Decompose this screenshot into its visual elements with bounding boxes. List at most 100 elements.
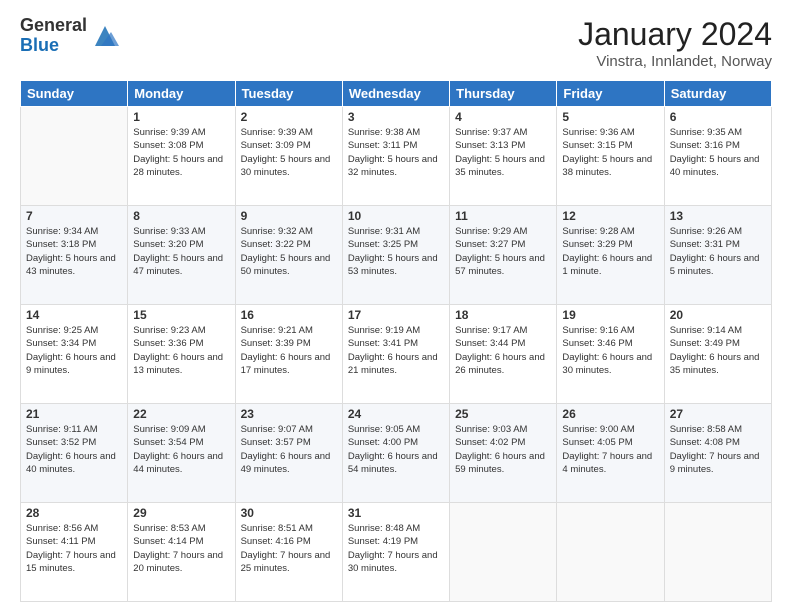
calendar-cell: 16 Sunrise: 9:21 AMSunset: 3:39 PMDayligh… <box>235 305 342 404</box>
day-number: 6 <box>670 110 766 124</box>
day-number: 30 <box>241 506 337 520</box>
day-number: 14 <box>26 308 122 322</box>
calendar-cell: 7Sunrise: 9:34 AMSunset: 3:18 PMDaylight… <box>21 206 128 305</box>
calendar-cell: 9 Sunrise: 9:32 AMSunset: 3:22 PMDaylight… <box>235 206 342 305</box>
day-info: Sunrise: 9:16 AMSunset: 3:46 PMDaylight:… <box>562 324 658 377</box>
day-info: Sunrise: 9:32 AMSunset: 3:22 PMDaylight:… <box>241 225 337 278</box>
day-number: 21 <box>26 407 122 421</box>
title-section: January 2024 Vinstra, Innlandet, Norway <box>578 16 772 70</box>
calendar-cell: 3 Sunrise: 9:38 AMSunset: 3:11 PMDaylight… <box>342 107 449 206</box>
calendar-cell: 24Sunrise: 9:05 AMSunset: 4:00 PMDayligh… <box>342 404 449 503</box>
day-number: 4 <box>455 110 551 124</box>
day-info: Sunrise: 9:03 AMSunset: 4:02 PMDaylight:… <box>455 423 551 476</box>
logo: General Blue <box>20 16 119 56</box>
day-info: Sunrise: 8:51 AMSunset: 4:16 PMDaylight:… <box>241 522 337 575</box>
day-info: Sunrise: 9:25 AMSunset: 3:34 PMDaylight:… <box>26 324 122 377</box>
calendar-cell: 17 Sunrise: 9:19 AMSunset: 3:41 PMDayligh… <box>342 305 449 404</box>
day-info: Sunrise: 8:48 AMSunset: 4:19 PMDaylight:… <box>348 522 444 575</box>
calendar-cell: 23 Sunrise: 9:07 AMSunset: 3:57 PMDayligh… <box>235 404 342 503</box>
day-number: 16 <box>241 308 337 322</box>
day-number: 29 <box>133 506 229 520</box>
header: General Blue January 2024 Vinstra, Innla… <box>20 16 772 70</box>
month-title: January 2024 <box>578 16 772 53</box>
calendar-week-row: 28Sunrise: 8:56 AMSunset: 4:11 PMDayligh… <box>21 503 772 602</box>
day-number: 13 <box>670 209 766 223</box>
calendar-cell: 21 Sunrise: 9:11 AMSunset: 3:52 PMDayligh… <box>21 404 128 503</box>
day-number: 3 <box>348 110 444 124</box>
calendar-week-row: 14 Sunrise: 9:25 AMSunset: 3:34 PMDayligh… <box>21 305 772 404</box>
day-info: Sunrise: 8:53 AMSunset: 4:14 PMDaylight:… <box>133 522 229 575</box>
calendar-header-row: SundayMondayTuesdayWednesdayThursdayFrid… <box>21 81 772 107</box>
day-info: Sunrise: 9:11 AMSunset: 3:52 PMDaylight:… <box>26 423 122 476</box>
day-info: Sunrise: 9:07 AMSunset: 3:57 PMDaylight:… <box>241 423 337 476</box>
calendar-header-saturday: Saturday <box>664 81 771 107</box>
calendar-cell: 2 Sunrise: 9:39 AMSunset: 3:09 PMDaylight… <box>235 107 342 206</box>
day-number: 15 <box>133 308 229 322</box>
day-info: Sunrise: 9:21 AMSunset: 3:39 PMDaylight:… <box>241 324 337 377</box>
day-number: 12 <box>562 209 658 223</box>
calendar-header-thursday: Thursday <box>450 81 557 107</box>
day-number: 18 <box>455 308 551 322</box>
day-info: Sunrise: 9:09 AMSunset: 3:54 PMDaylight:… <box>133 423 229 476</box>
calendar-header-tuesday: Tuesday <box>235 81 342 107</box>
calendar-header-sunday: Sunday <box>21 81 128 107</box>
day-info: Sunrise: 9:28 AMSunset: 3:29 PMDaylight:… <box>562 225 658 278</box>
calendar-cell: 11Sunrise: 9:29 AMSunset: 3:27 PMDayligh… <box>450 206 557 305</box>
day-info: Sunrise: 9:33 AMSunset: 3:20 PMDaylight:… <box>133 225 229 278</box>
day-info: Sunrise: 9:23 AMSunset: 3:36 PMDaylight:… <box>133 324 229 377</box>
day-number: 10 <box>348 209 444 223</box>
calendar-week-row: 7Sunrise: 9:34 AMSunset: 3:18 PMDaylight… <box>21 206 772 305</box>
day-info: Sunrise: 9:29 AMSunset: 3:27 PMDaylight:… <box>455 225 551 278</box>
day-number: 22 <box>133 407 229 421</box>
day-info: Sunrise: 8:56 AMSunset: 4:11 PMDaylight:… <box>26 522 122 575</box>
logo-general: General <box>20 16 87 36</box>
calendar-cell: 12 Sunrise: 9:28 AMSunset: 3:29 PMDayligh… <box>557 206 664 305</box>
day-number: 9 <box>241 209 337 223</box>
calendar-cell: 19 Sunrise: 9:16 AMSunset: 3:46 PMDayligh… <box>557 305 664 404</box>
day-info: Sunrise: 9:31 AMSunset: 3:25 PMDaylight:… <box>348 225 444 278</box>
calendar-cell: 4 Sunrise: 9:37 AMSunset: 3:13 PMDaylight… <box>450 107 557 206</box>
calendar-cell: 20 Sunrise: 9:14 AMSunset: 3:49 PMDayligh… <box>664 305 771 404</box>
calendar-cell <box>450 503 557 602</box>
day-number: 20 <box>670 308 766 322</box>
calendar-cell <box>557 503 664 602</box>
calendar-cell: 13 Sunrise: 9:26 AMSunset: 3:31 PMDayligh… <box>664 206 771 305</box>
calendar-cell: 22 Sunrise: 9:09 AMSunset: 3:54 PMDayligh… <box>128 404 235 503</box>
day-number: 23 <box>241 407 337 421</box>
day-info: Sunrise: 9:19 AMSunset: 3:41 PMDaylight:… <box>348 324 444 377</box>
day-info: Sunrise: 9:39 AMSunset: 3:09 PMDaylight:… <box>241 126 337 179</box>
day-info: Sunrise: 8:58 AMSunset: 4:08 PMDaylight:… <box>670 423 766 476</box>
day-info: Sunrise: 9:26 AMSunset: 3:31 PMDaylight:… <box>670 225 766 278</box>
calendar-cell: 8Sunrise: 9:33 AMSunset: 3:20 PMDaylight… <box>128 206 235 305</box>
day-number: 5 <box>562 110 658 124</box>
day-info: Sunrise: 9:38 AMSunset: 3:11 PMDaylight:… <box>348 126 444 179</box>
calendar-week-row: 1 Sunrise: 9:39 AMSunset: 3:08 PMDaylight… <box>21 107 772 206</box>
day-number: 26 <box>562 407 658 421</box>
day-number: 19 <box>562 308 658 322</box>
page: General Blue January 2024 Vinstra, Innla… <box>0 0 792 612</box>
calendar-cell <box>664 503 771 602</box>
day-number: 27 <box>670 407 766 421</box>
day-info: Sunrise: 9:14 AMSunset: 3:49 PMDaylight:… <box>670 324 766 377</box>
calendar-cell: 31Sunrise: 8:48 AMSunset: 4:19 PMDayligh… <box>342 503 449 602</box>
calendar-header-monday: Monday <box>128 81 235 107</box>
day-number: 17 <box>348 308 444 322</box>
calendar-cell: 25 Sunrise: 9:03 AMSunset: 4:02 PMDayligh… <box>450 404 557 503</box>
calendar-cell <box>21 107 128 206</box>
day-number: 1 <box>133 110 229 124</box>
day-info: Sunrise: 9:39 AMSunset: 3:08 PMDaylight:… <box>133 126 229 179</box>
day-number: 2 <box>241 110 337 124</box>
calendar-cell: 26Sunrise: 9:00 AMSunset: 4:05 PMDayligh… <box>557 404 664 503</box>
logo-icon <box>91 22 119 50</box>
calendar-cell: 28Sunrise: 8:56 AMSunset: 4:11 PMDayligh… <box>21 503 128 602</box>
calendar-cell: 29 Sunrise: 8:53 AMSunset: 4:14 PMDayligh… <box>128 503 235 602</box>
calendar-cell: 6Sunrise: 9:35 AMSunset: 3:16 PMDaylight… <box>664 107 771 206</box>
day-number: 25 <box>455 407 551 421</box>
calendar-week-row: 21 Sunrise: 9:11 AMSunset: 3:52 PMDayligh… <box>21 404 772 503</box>
calendar-cell: 30 Sunrise: 8:51 AMSunset: 4:16 PMDayligh… <box>235 503 342 602</box>
calendar-header-friday: Friday <box>557 81 664 107</box>
day-info: Sunrise: 9:37 AMSunset: 3:13 PMDaylight:… <box>455 126 551 179</box>
calendar-cell: 14 Sunrise: 9:25 AMSunset: 3:34 PMDayligh… <box>21 305 128 404</box>
day-info: Sunrise: 9:17 AMSunset: 3:44 PMDaylight:… <box>455 324 551 377</box>
calendar-cell: 27 Sunrise: 8:58 AMSunset: 4:08 PMDayligh… <box>664 404 771 503</box>
